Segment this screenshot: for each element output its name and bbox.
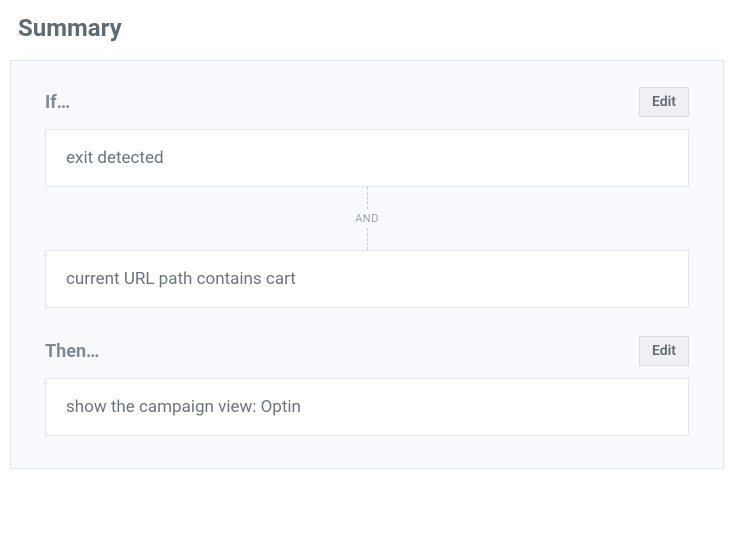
page-title: Summary — [18, 14, 724, 42]
if-header: If… Edit — [45, 87, 689, 117]
connector-line-top — [367, 187, 368, 209]
if-section: If… Edit exit detected AND current URL p… — [45, 87, 689, 308]
then-header: Then… Edit — [45, 336, 689, 366]
if-condition-2: current URL path contains cart — [45, 250, 689, 308]
connector: AND — [45, 187, 689, 250]
edit-if-button[interactable]: Edit — [639, 87, 689, 117]
if-label: If… — [45, 92, 70, 113]
summary-panel: If… Edit exit detected AND current URL p… — [10, 60, 724, 469]
then-label: Then… — [45, 341, 99, 362]
edit-then-button[interactable]: Edit — [639, 336, 689, 366]
then-section: Then… Edit show the campaign view: Optin — [45, 336, 689, 436]
connector-line-bottom — [367, 228, 368, 250]
then-action: show the campaign view: Optin — [45, 378, 689, 436]
if-condition-1: exit detected — [45, 129, 689, 187]
connector-label: AND — [355, 209, 379, 228]
